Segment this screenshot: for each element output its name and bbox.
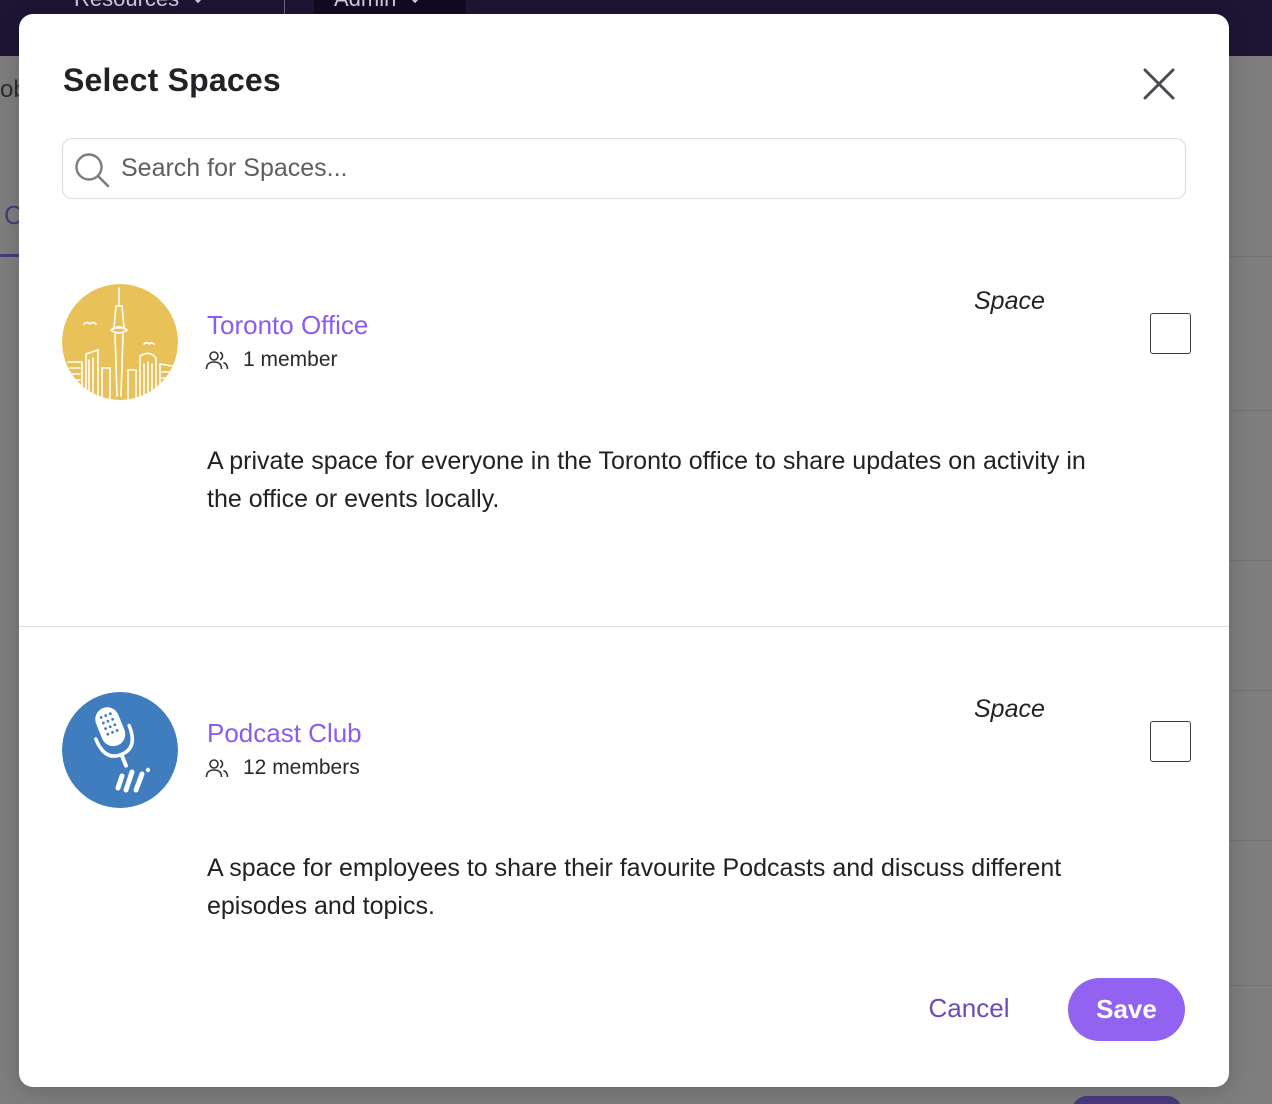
space-type-label: Space	[974, 695, 1045, 723]
nav-divider	[284, 0, 285, 14]
dialog-title: Select Spaces	[63, 62, 281, 98]
background-tab-underline	[0, 254, 19, 257]
select-spaces-dialog: Select Spaces Search for Spaces... Toron…	[19, 14, 1229, 1087]
member-count: 1 member	[205, 348, 338, 372]
nav-item-admin: Admin	[334, 0, 423, 12]
search-box	[62, 138, 1186, 199]
space-name-link[interactable]: Podcast Club	[207, 718, 362, 749]
space-description: A private space for everyone in the Toro…	[207, 447, 1086, 513]
save-button[interactable]: Save	[1068, 978, 1185, 1041]
space-name-link[interactable]: Toronto Office	[207, 310, 368, 341]
select-space-checkbox[interactable]	[1150, 313, 1191, 354]
nav-item-resources: Resources	[74, 0, 206, 12]
background-divider	[1229, 256, 1272, 257]
background-divider	[1229, 840, 1272, 841]
background-divider	[1229, 690, 1272, 691]
member-count: 12 members	[205, 756, 360, 780]
background-divider	[1229, 985, 1272, 986]
chevron-down-icon	[408, 0, 423, 4]
search-icon	[75, 153, 110, 188]
member-count-label: 12 members	[243, 756, 360, 779]
chevron-down-icon	[191, 0, 206, 4]
background-divider	[1229, 410, 1272, 411]
members-icon	[205, 351, 229, 370]
space-avatar	[62, 284, 178, 400]
background-button	[1072, 1096, 1182, 1104]
space-type-label: Space	[974, 287, 1045, 315]
close-icon	[1143, 68, 1175, 100]
microphone-icon	[62, 692, 178, 808]
close-button[interactable]	[1139, 64, 1179, 104]
members-icon	[205, 759, 229, 778]
divider	[19, 626, 1229, 627]
member-count-label: 1 member	[243, 348, 338, 371]
toronto-skyline-icon	[62, 284, 178, 400]
cancel-button[interactable]: Cancel	[914, 980, 1024, 1036]
nav-item-label: Admin	[334, 0, 396, 12]
search-input[interactable]	[121, 139, 1171, 198]
select-space-checkbox[interactable]	[1150, 721, 1191, 762]
space-description: A space for employees to share their fav…	[207, 854, 1062, 920]
nav-item-label: Resources	[74, 0, 179, 12]
space-avatar	[62, 692, 178, 808]
background-divider	[1229, 560, 1272, 561]
